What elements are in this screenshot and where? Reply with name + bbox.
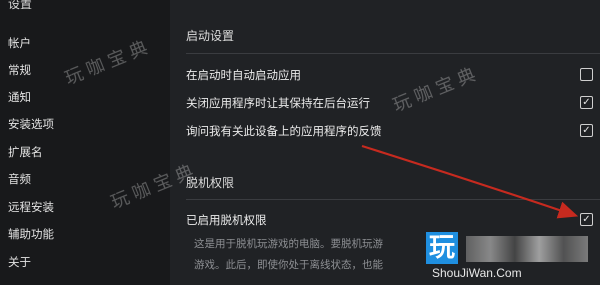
site-logo: 玩 ShouJiWan.Com	[418, 226, 600, 285]
site-url: ShouJiWan.Com	[432, 266, 522, 280]
blurred-logo-text	[466, 236, 588, 262]
site-logo-icon: 玩	[426, 232, 458, 264]
